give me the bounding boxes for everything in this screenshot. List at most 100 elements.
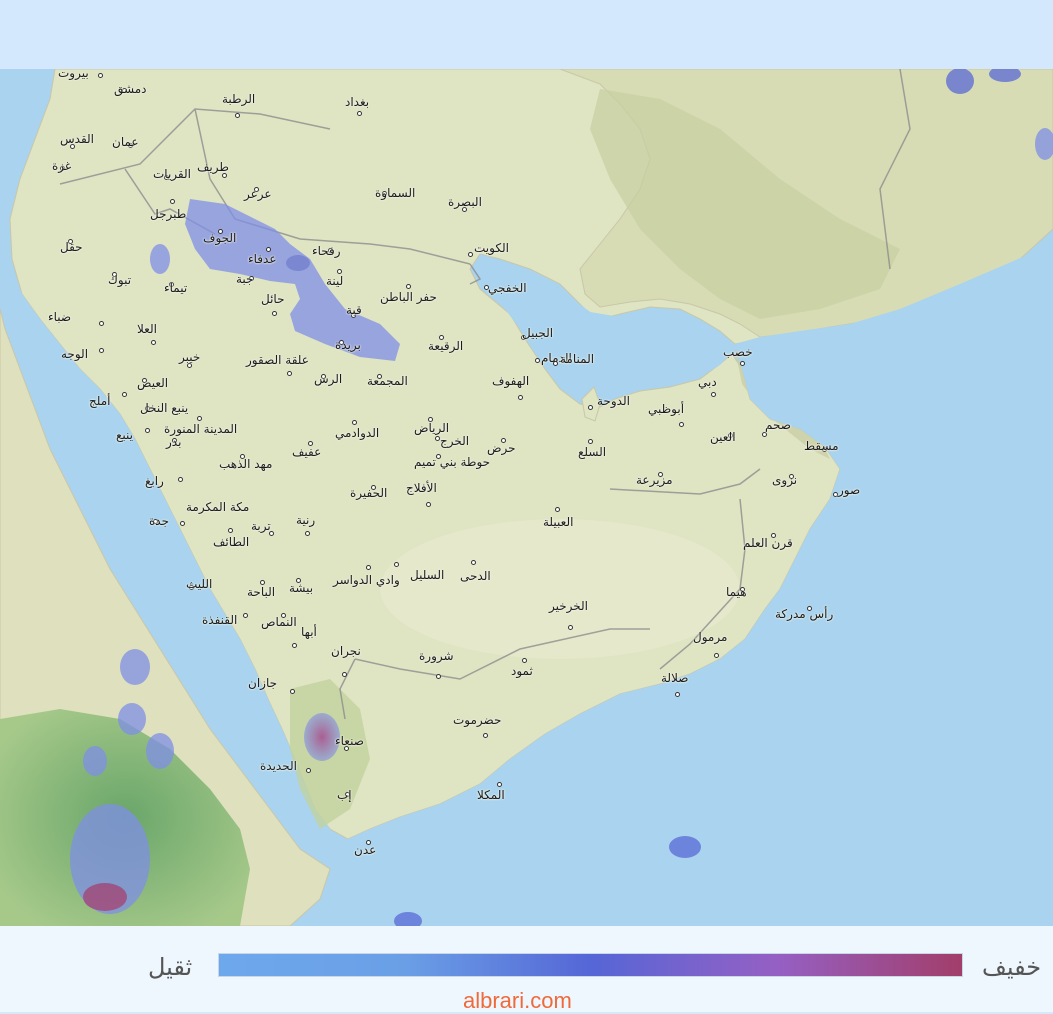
city-82-label: رأس مدركة	[775, 607, 834, 621]
city-83-marker	[243, 613, 248, 618]
city-88-label: شرورة	[419, 649, 454, 663]
city-13-marker	[170, 199, 175, 204]
city-17-label: رفحاء	[312, 244, 341, 258]
legend-light-label: خفيف	[982, 953, 1042, 981]
city-58-label: السلع	[578, 445, 607, 459]
city-45-label: الدوحة	[597, 394, 630, 408]
city-52-label: الدوادمي	[335, 426, 380, 440]
city-89-label: ثمود	[511, 664, 533, 678]
city-67-marker	[180, 521, 185, 526]
legend-heavy-label: ثقيل	[148, 953, 193, 981]
city-90-label: صلالة	[661, 671, 689, 685]
city-16-label: عدفاء	[248, 252, 277, 266]
city-23-marker	[272, 311, 277, 316]
city-2-label: دمشق	[114, 82, 147, 96]
city-72-marker	[228, 528, 233, 533]
city-79-label: الباحة	[247, 585, 276, 599]
city-86-label: مرمول	[693, 630, 728, 644]
city-37-label: خصب	[723, 345, 753, 359]
city-44-label: ينبع النخل	[140, 401, 189, 415]
city-52-marker	[352, 420, 357, 425]
city-68-label: جدة	[149, 514, 170, 528]
city-63-label: مزيرعة	[636, 473, 673, 487]
legend-gradient-bar	[218, 953, 963, 977]
rain-cell-eritrea-3	[146, 733, 174, 769]
city-97-label: عدن	[354, 843, 377, 857]
city-71-label: العبيلة	[543, 515, 574, 529]
city-14-label: الجوف	[203, 231, 237, 245]
city-71-marker	[555, 507, 560, 512]
city-27-label: قبة	[346, 303, 362, 317]
city-21-label: جبة	[236, 272, 254, 286]
city-50-marker	[145, 428, 150, 433]
city-72-label: الطائف	[213, 535, 250, 549]
city-96-label: المكلا	[477, 788, 505, 802]
city-34-marker	[287, 371, 292, 376]
city-23-label: حائل	[261, 292, 285, 306]
city-94-label: الحديدة	[260, 759, 297, 773]
city-18-marker	[468, 252, 473, 257]
city-78-label: بيشة	[289, 581, 314, 595]
city-28-marker	[151, 340, 156, 345]
city-26-label: ضباء	[48, 310, 72, 324]
city-85-marker	[292, 643, 297, 648]
city-67-label: مكة المكرمة	[186, 500, 250, 514]
city-43-label: أملج	[89, 394, 111, 408]
city-50-label: ينبع	[116, 428, 133, 442]
site-credit: albrari.com	[463, 988, 572, 1013]
city-88-marker	[436, 674, 441, 679]
city-49-label: صحم	[765, 418, 791, 432]
city-75-label: السليل	[410, 568, 445, 582]
city-87-label: نجران	[331, 644, 361, 658]
city-33-label: خيبر	[179, 350, 201, 364]
city-45-marker	[588, 405, 593, 410]
city-69-marker	[305, 531, 310, 536]
city-4-label: عمان	[112, 135, 139, 149]
city-91-marker	[290, 689, 295, 694]
city-35-marker	[535, 358, 540, 363]
city-85-label: أبها	[301, 625, 317, 639]
city-18-label: الكويت	[474, 241, 509, 255]
rain-cell-north-core	[286, 255, 310, 271]
city-32-marker	[99, 348, 104, 353]
city-34-label: علقة الصقور	[246, 353, 309, 367]
city-38-label: العيص	[137, 376, 169, 390]
city-86-marker	[714, 653, 719, 658]
city-57-label: حرض	[487, 441, 516, 455]
city-24-marker	[406, 284, 411, 289]
empty-quarter	[380, 519, 740, 659]
city-80-label: هيما	[726, 585, 747, 599]
city-58-marker	[588, 439, 593, 444]
city-53-label: الخرج	[440, 434, 470, 448]
city-76-label: وادي الدواسر	[333, 573, 400, 587]
city-9-label: القريات	[153, 167, 191, 181]
city-43-marker	[122, 392, 127, 397]
city-81-label: الخرخير	[549, 599, 589, 613]
rain-map[interactable]: بيروت دمشق القدس عمان غزة الرطبة بغداد طريف القر…	[0, 69, 1053, 926]
city-3-label: القدس	[60, 132, 95, 146]
city-46-label: أبوظبي	[648, 402, 685, 416]
rain-cell-tayma	[150, 244, 170, 274]
city-89-marker	[522, 658, 527, 663]
city-65-label: صور	[838, 483, 861, 497]
rain-cell-iran-1	[946, 69, 974, 94]
city-15-label: حقل	[60, 240, 83, 254]
city-93-label: صنعاء	[335, 734, 364, 748]
city-29-label: الجبيل	[522, 326, 554, 340]
city-31-label: الرقيعة	[428, 339, 464, 353]
city-42-marker	[711, 392, 716, 397]
rain-cell-eritrea-4	[83, 746, 107, 776]
city-66-label: الحفيرة	[350, 486, 388, 500]
city-7-marker	[357, 111, 362, 116]
city-92-label: حضرموت	[453, 713, 502, 727]
city-46-marker	[679, 422, 684, 427]
city-73-label: قرن العلم	[743, 536, 793, 550]
city-41-marker	[518, 395, 523, 400]
city-11-label: السماوة	[375, 186, 416, 200]
city-36-label: المنامة	[560, 352, 595, 366]
city-5-label: غزة	[52, 159, 72, 173]
city-36-marker	[553, 361, 558, 366]
city-32-label: الوجه	[61, 347, 89, 361]
city-30-label: بريدة	[335, 338, 361, 352]
city-48-label: الرياض	[414, 421, 450, 435]
